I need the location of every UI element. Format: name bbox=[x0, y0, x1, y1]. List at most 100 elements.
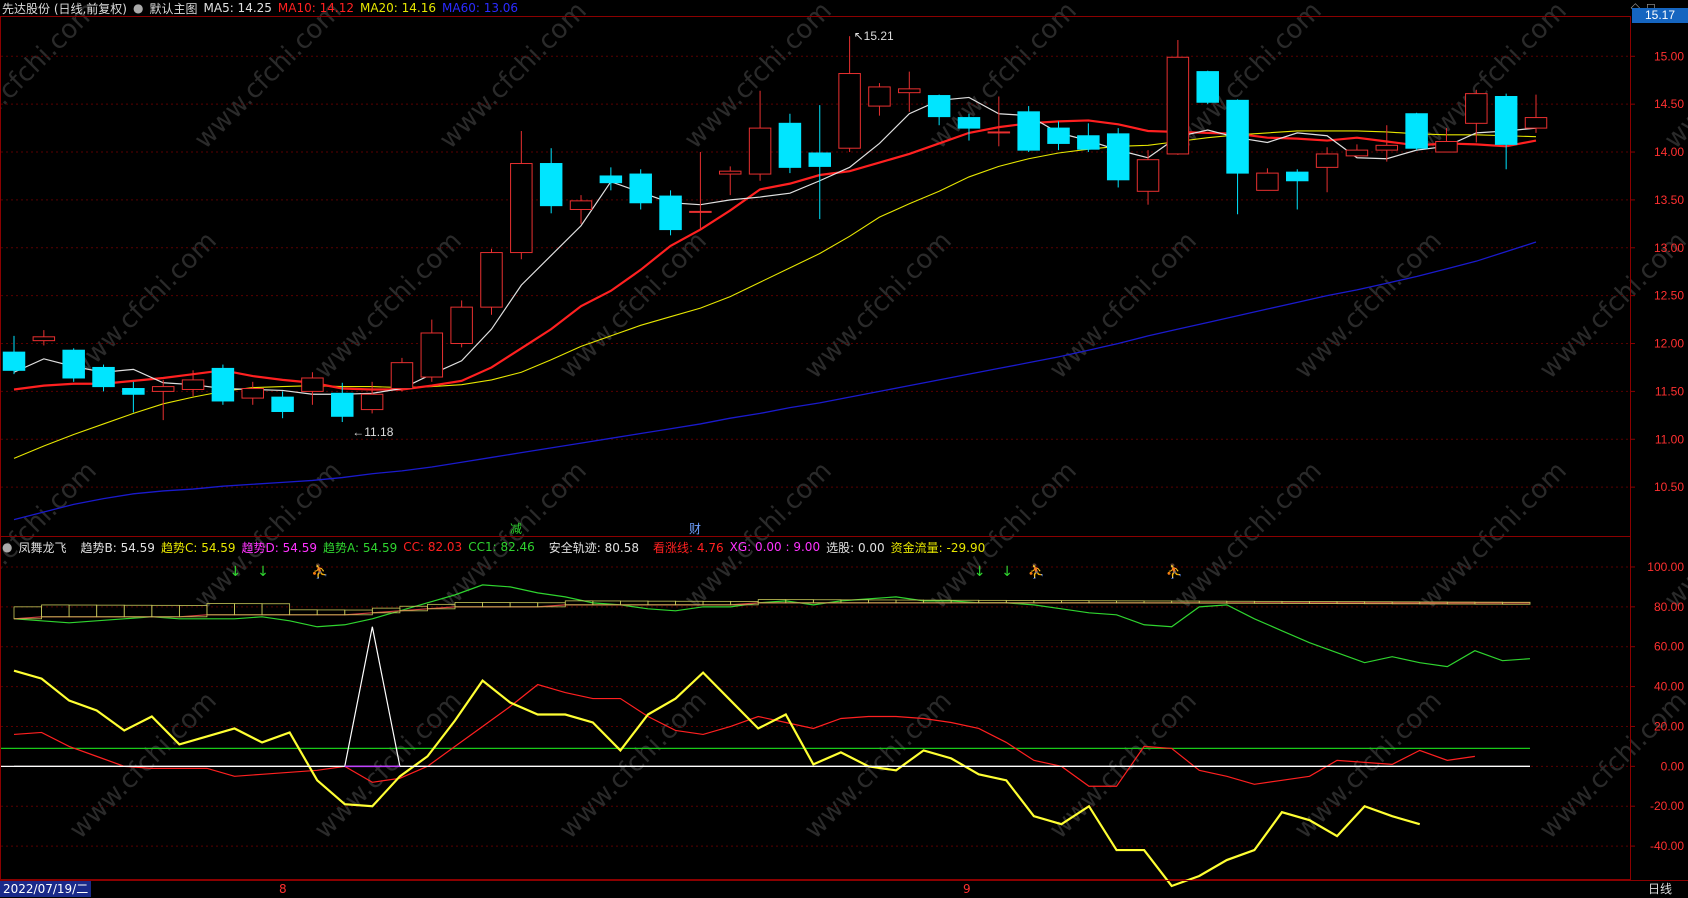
candle-body bbox=[1017, 111, 1040, 151]
xg-label: XG: 0.00 : 9.00 bbox=[729, 540, 821, 554]
running-figure-icon: ⛹ bbox=[1166, 562, 1183, 580]
candle-body bbox=[1494, 96, 1518, 145]
series-安全轨迹 bbox=[13, 584, 1531, 668]
watermark-text: www.cfchi.com bbox=[309, 226, 468, 385]
candle-body bbox=[868, 86, 891, 107]
indicator-name[interactable]: 凤舞龙飞 bbox=[18, 539, 66, 556]
candle-body bbox=[808, 152, 832, 167]
candle-body bbox=[599, 175, 623, 184]
candle-body bbox=[987, 131, 1011, 134]
price-tick-label: 11.00 bbox=[1655, 432, 1684, 446]
band-box bbox=[234, 603, 263, 616]
indicator-tick-label: 100.00 bbox=[1647, 560, 1684, 574]
green-arrow-icon: ↓ bbox=[1001, 564, 1013, 580]
indicator-header: ● 凤舞龙飞 趋势B: 54.59 趋势C: 54.59 趋势D: 54.59 … bbox=[2, 539, 991, 555]
band-box bbox=[261, 603, 291, 616]
cc-label: CC: 82.03 bbox=[403, 540, 463, 554]
candle-body bbox=[1077, 135, 1100, 150]
running-figure-icon: ⛹ bbox=[1028, 562, 1045, 580]
price-tick-label: 11.50 bbox=[1655, 384, 1684, 398]
cursor-date: 2022/07/19/二 bbox=[0, 881, 92, 897]
candle-body bbox=[689, 210, 712, 213]
candle-body bbox=[2, 351, 26, 371]
current-price-tag: 15.17 bbox=[1632, 8, 1688, 23]
watermark-text: www.cfchi.com bbox=[924, 456, 1083, 615]
candle-body bbox=[1196, 71, 1219, 103]
high-price-annotation: ↖15.21 bbox=[854, 29, 894, 43]
bottom-date-axis: 2022/07/19/二 8 9 日线 bbox=[0, 880, 1688, 898]
period-button[interactable]: 日线 bbox=[1632, 881, 1688, 897]
watermark-text: www.cfchi.com bbox=[0, 456, 103, 615]
candle-body bbox=[569, 200, 593, 210]
reduce-marker: 减 bbox=[510, 522, 522, 536]
series-CC bbox=[13, 683, 1475, 787]
candle-body bbox=[510, 163, 533, 254]
indicator-circle-icon[interactable]: ● bbox=[2, 540, 12, 554]
band-box bbox=[482, 602, 511, 608]
band-box bbox=[1116, 600, 1145, 604]
candle-body bbox=[92, 366, 115, 388]
candle-body bbox=[778, 122, 802, 168]
band-box bbox=[1005, 600, 1035, 604]
candle-body bbox=[927, 95, 951, 118]
candle-body bbox=[629, 173, 652, 204]
band-box bbox=[978, 599, 1007, 604]
candle-body bbox=[1286, 171, 1309, 182]
candle-body bbox=[32, 336, 56, 342]
candle-body bbox=[898, 88, 921, 94]
candle-body bbox=[420, 332, 444, 378]
ma60-label: MA60: 13.06 bbox=[442, 1, 519, 15]
candle-body bbox=[450, 306, 473, 345]
price-tick-label: 15.00 bbox=[1654, 49, 1684, 63]
fund-flow-label: 资金流量: -29.90 bbox=[890, 540, 986, 555]
indicator-plot: ↓ ↓ ↓ ↓ ⛹ ⛹ ⛹ bbox=[1, 562, 1531, 888]
candle-body bbox=[1256, 172, 1279, 191]
watermark-text: www.cfchi.com bbox=[554, 226, 713, 385]
ma10-label: MA10: 14.12 bbox=[277, 1, 354, 15]
candle-body bbox=[1465, 93, 1488, 124]
candle-body bbox=[271, 396, 294, 412]
price-tick-label: 14.00 bbox=[1654, 145, 1684, 159]
watermark-text: www.cfchi.com bbox=[189, 0, 348, 155]
candle-body bbox=[1405, 113, 1428, 149]
candle-body bbox=[390, 362, 414, 390]
watermark-text: www.cfchi.com bbox=[1289, 226, 1448, 385]
green-arrow-icon: ↓ bbox=[974, 564, 986, 580]
candle-body bbox=[1315, 153, 1339, 168]
candle-body bbox=[1524, 117, 1548, 129]
trend-b-label: 趋势B: 54.59 bbox=[80, 540, 155, 555]
candle-body bbox=[838, 73, 861, 149]
watermark-text: www.cfchi.com bbox=[1414, 456, 1573, 615]
candle-body bbox=[1047, 127, 1070, 144]
chart-canvas[interactable]: www.cfchi.com www.cfchi.com www.cfchi.com w… bbox=[0, 0, 1688, 897]
candle-body bbox=[211, 367, 235, 402]
watermark-text: www.cfchi.com bbox=[679, 456, 838, 615]
band-box bbox=[151, 604, 180, 618]
indicator-tick-label: -40.00 bbox=[1650, 839, 1684, 853]
indicator-tick-label: 60.00 bbox=[1654, 640, 1684, 654]
green-arrow-icon: ↓ bbox=[230, 564, 242, 580]
main-chart-label[interactable]: 默认主图 bbox=[149, 0, 197, 17]
candle-body bbox=[331, 392, 354, 417]
series-看涨线 bbox=[13, 669, 1421, 888]
candle-body bbox=[301, 377, 324, 392]
candle-body bbox=[659, 195, 682, 231]
band-box bbox=[289, 609, 318, 616]
candle-body bbox=[62, 349, 85, 379]
watermark-text: www.cfchi.com bbox=[1169, 456, 1328, 615]
main-chart-circle-icon[interactable]: ● bbox=[133, 1, 143, 15]
rise-line-label: 看涨线: 4.76 bbox=[653, 540, 724, 555]
watermark-text: www.cfchi.com bbox=[1659, 0, 1688, 155]
stock-chart-window: www.cfchi.com www.cfchi.com www.cfchi.com w… bbox=[0, 0, 1688, 897]
band-box bbox=[1143, 600, 1173, 604]
candle-body bbox=[1375, 144, 1399, 151]
candle-body bbox=[957, 117, 981, 129]
month-8-label: 8 bbox=[279, 882, 287, 896]
band-box bbox=[316, 609, 346, 616]
candle-body bbox=[1345, 149, 1369, 157]
running-figure-icon: ⛹ bbox=[311, 562, 328, 580]
indicator-tick-label: 80.00 bbox=[1654, 600, 1684, 614]
candle-body bbox=[1435, 141, 1458, 153]
candle-body bbox=[360, 393, 384, 411]
indicator-tick-label: 0.00 bbox=[1661, 759, 1685, 773]
